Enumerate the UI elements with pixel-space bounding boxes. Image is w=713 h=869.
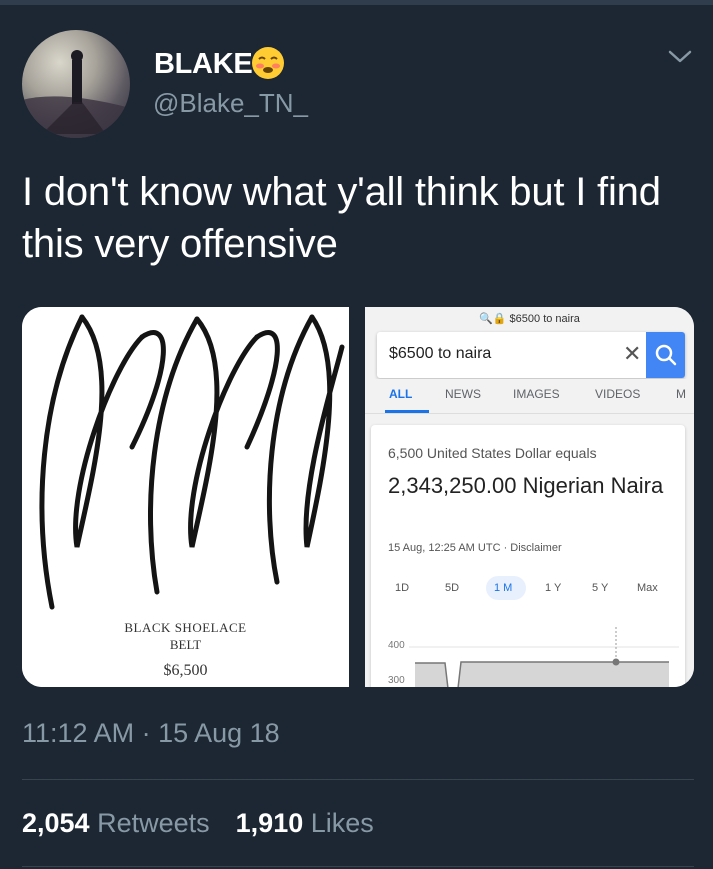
currency-search-image[interactable]: 🔍🔒 $6500 to naira $6500 to naira ✕ ALL N… <box>365 307 694 687</box>
display-name[interactable]: BLAKE <box>154 48 253 81</box>
conversion-timestamp: 15 Aug, 12:25 AM UTC · Disclaimer <box>388 542 562 554</box>
range-max: Max <box>637 582 658 594</box>
url-bar: 🔍🔒 $6500 to naira <box>365 307 694 329</box>
y-label-300: 300 <box>388 675 405 686</box>
range-5y: 5 Y <box>592 582 609 594</box>
likes-stat[interactable]: 1,910 Likes <box>236 808 374 838</box>
media-divider <box>349 307 365 687</box>
avatar[interactable] <box>22 30 130 138</box>
retweets-count: 2,054 <box>22 808 90 838</box>
tweet-text: I don't know what y'all think but I find… <box>22 170 661 266</box>
divider-top <box>22 779 694 780</box>
range-5d: 5D <box>445 582 460 594</box>
range-1d: 1D <box>395 582 410 594</box>
likes-label: Likes <box>310 808 374 838</box>
y-label-400: 400 <box>388 640 405 651</box>
shoelace-illustration <box>39 314 345 610</box>
avatar-photo <box>22 50 130 138</box>
tweet-timestamp[interactable]: 11:12 AM · 15 Aug 18 <box>22 718 280 749</box>
url-text: $6500 to naira <box>509 313 580 325</box>
active-tab-indicator <box>385 410 429 413</box>
search-tabs: ALL NEWS IMAGES VIDEOS M <box>365 379 694 414</box>
tweet-media[interactable]: BLACK SHOELACE BELT $6,500 🔍🔒 $6500 to n… <box>22 307 694 687</box>
worried-face-emoji-icon <box>250 45 286 86</box>
search-box: $6500 to naira ✕ <box>377 332 685 378</box>
user-handle[interactable]: @Blake_TN_ <box>153 88 308 119</box>
tab-images: IMAGES <box>513 387 560 401</box>
conversion-source: 6,500 United States Dollar equals <box>388 445 597 461</box>
tab-news: NEWS <box>445 387 481 401</box>
clear-icon: ✕ <box>623 341 642 366</box>
shoelace-belt-image[interactable]: BLACK SHOELACE BELT $6,500 <box>22 307 349 687</box>
conversion-result: 2,343,250.00 Nigerian Naira <box>388 473 664 498</box>
product-price: $6,500 <box>163 662 208 679</box>
search-button <box>646 332 685 378</box>
range-1m: 1 M <box>494 582 513 594</box>
tweet-stats: 2,054 Retweets 1,910 Likes <box>22 808 374 839</box>
conversion-card: 6,500 United States Dollar equals 2,343,… <box>371 425 685 687</box>
search-icon <box>655 344 677 366</box>
likes-count: 1,910 <box>235 808 304 838</box>
top-border <box>0 0 713 5</box>
product-title-line1: BLACK SHOELACE <box>124 620 247 635</box>
lock-icon: 🔍🔒 <box>479 313 510 325</box>
search-input: $6500 to naira <box>389 345 492 362</box>
product-title-line2: BELT <box>169 637 202 652</box>
retweets-label: Retweets <box>97 808 210 838</box>
tab-more: M <box>676 387 686 401</box>
tab-videos: VIDEOS <box>595 387 641 401</box>
range-1y: 1 Y <box>545 582 562 594</box>
chevron-down-icon[interactable] <box>667 48 693 71</box>
exchange-rate-chart <box>409 627 679 687</box>
tab-all: ALL <box>389 387 413 401</box>
divider-bottom <box>22 866 694 867</box>
retweets-stat[interactable]: 2,054 Retweets <box>22 808 210 838</box>
